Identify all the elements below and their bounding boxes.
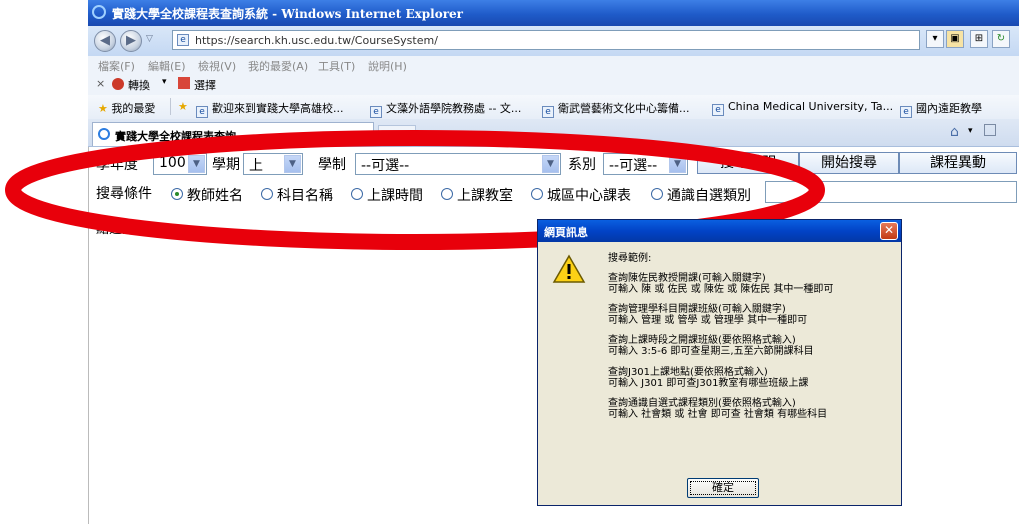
home-icon[interactable]: ⌂ xyxy=(950,124,959,140)
toolbar-select[interactable]: 選擇 xyxy=(194,77,216,93)
compat-view-icon[interactable]: ⊞ xyxy=(970,30,988,48)
ie-page-icon: e xyxy=(542,106,554,118)
history-dropdown-icon[interactable]: ▽ xyxy=(146,34,153,44)
ie-page-icon: e xyxy=(370,106,382,118)
favorite-link-4[interactable]: e China Medical University, Ta... xyxy=(712,100,893,116)
favorite-link-3[interactable]: e 衛武營藝術文化中心籌備... xyxy=(542,100,690,118)
dialog-line: 可輸入 管理 或 管學 或 管理學 其中一種即可 xyxy=(608,315,808,326)
menu-favorites[interactable]: 我的最愛(A) xyxy=(248,58,308,74)
dialog-line: 可輸入 社會類 或 社會 即可查 社會類 有哪些科目 xyxy=(608,409,828,420)
dialog-line: 可輸入 3:5-6 即可查星期三,五至六節開課科目 xyxy=(608,346,814,357)
back-button[interactable]: ◀ xyxy=(94,30,116,52)
dialog-line: 查詢通識自選式課程類別(要依照格式輸入) xyxy=(608,398,796,409)
convert-dropdown-icon[interactable]: ▾ xyxy=(162,77,167,87)
home-dropdown-icon[interactable]: ▾ xyxy=(968,126,973,136)
favorite-link-1[interactable]: e 歡迎來到實踐大學高雄校... xyxy=(196,100,344,118)
dialog-line: 查詢J301上課地點(要依照格式輸入) xyxy=(608,367,768,378)
refresh-icon[interactable]: ↻ xyxy=(992,30,1010,48)
address-dropdown-icon[interactable]: ▾ xyxy=(926,30,944,48)
menu-view[interactable]: 檢視(V) xyxy=(198,58,236,74)
convert-icon xyxy=(112,78,124,90)
address-url: https://search.kh.usc.edu.tw/CourseSyste… xyxy=(195,34,438,47)
window-title: 實踐大學全校課程表查詢系統 - Windows Internet Explore… xyxy=(112,7,463,21)
menu-help[interactable]: 說明(H) xyxy=(368,58,407,74)
dialog-title: 網頁訊息 xyxy=(544,226,588,239)
address-bar-row: ◀ ▶ ▽ e https://search.kh.usc.edu.tw/Cou… xyxy=(88,26,1019,57)
warning-icon xyxy=(552,254,586,283)
ok-button[interactable]: 確定 xyxy=(687,478,759,498)
star-icon: ★ xyxy=(98,102,108,115)
ie-page-icon: e xyxy=(712,104,724,116)
window-title-bar: 實踐大學全校課程表查詢系統 - Windows Internet Explore… xyxy=(88,0,1019,26)
menu-edit[interactable]: 編輯(E) xyxy=(148,58,186,74)
ie-page-icon: e xyxy=(196,106,208,118)
add-favorite-icon[interactable]: ★ xyxy=(178,100,188,113)
dialog-line: 查詢上課時段之開課班級(要依照格式輸入) xyxy=(608,335,796,346)
dialog-line: 查詢陳佐民教授開課(可輸入關鍵字) xyxy=(608,273,766,284)
favorites-button[interactable]: ★ 我的最愛 xyxy=(98,100,155,116)
feeds-icon[interactable] xyxy=(984,124,996,136)
favorite-link-5[interactable]: e 國內遠距教學 xyxy=(900,100,982,118)
close-icon[interactable]: ✕ xyxy=(880,222,898,240)
forward-button[interactable]: ▶ xyxy=(120,30,142,52)
lock-icon[interactable]: ▣ xyxy=(946,30,964,48)
menu-file[interactable]: 檔案(F) xyxy=(98,58,135,74)
message-dialog: 網頁訊息 ✕ 搜尋範例: 查詢陳佐民教授開課(可輸入關鍵字) 可輸入 陳 或 佐… xyxy=(537,219,902,506)
toolbar-convert[interactable]: 轉換 xyxy=(128,77,150,93)
favorite-link-2[interactable]: e 文藻外語學院教務處 -- 文... xyxy=(370,100,521,118)
ie-logo-icon xyxy=(92,5,106,19)
ie-page-icon: e xyxy=(900,106,912,118)
dialog-line: 查詢管理學科目開課班級(可輸入關鍵字) xyxy=(608,304,786,315)
favorites-bar: ★ 我的最愛 ★ e 歡迎來到實踐大學高雄校... e 文藻外語學院教務處 -- 文… xyxy=(88,95,1019,120)
command-toolbar: × 轉換 ▾ 選擇 xyxy=(88,74,1019,96)
page-icon: e xyxy=(177,34,189,46)
dialog-line: 可輸入 J301 即可查J301教室有哪些班級上課 xyxy=(608,378,809,389)
toolbar-close-icon[interactable]: × xyxy=(96,77,105,90)
dialog-line: 可輸入 陳 或 佐民 或 陳佐 或 陳佐民 其中一種即可 xyxy=(608,284,834,295)
menu-bar: 檔案(F) 編輯(E) 檢視(V) 我的最愛(A) 工具(T) 說明(H) xyxy=(88,56,1019,74)
dialog-title-bar: 網頁訊息 ✕ xyxy=(538,220,901,242)
select-icon xyxy=(178,77,190,89)
menu-tools[interactable]: 工具(T) xyxy=(318,58,355,74)
address-input[interactable]: e https://search.kh.usc.edu.tw/CourseSys… xyxy=(172,30,920,50)
course-change-button[interactable]: 課程異動 xyxy=(899,152,1017,174)
dialog-heading: 搜尋範例: xyxy=(608,253,652,264)
